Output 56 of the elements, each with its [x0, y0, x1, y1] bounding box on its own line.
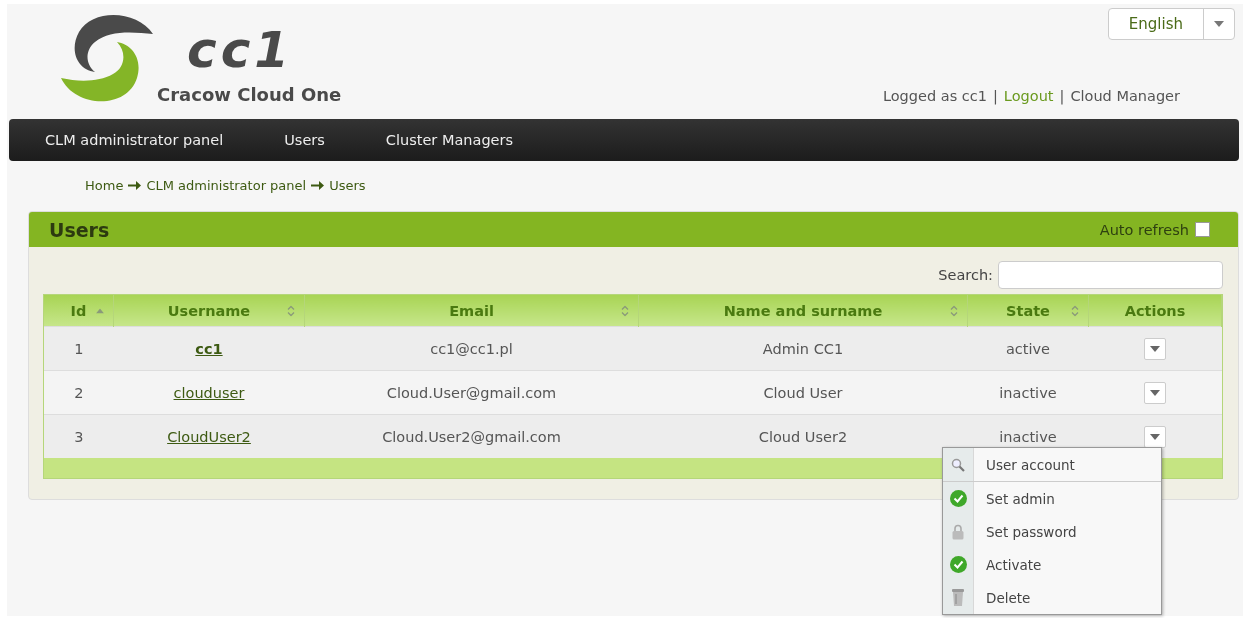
search-label: Search:	[938, 267, 993, 283]
auto-refresh-checkbox[interactable]	[1195, 222, 1210, 237]
table-cell: 3	[44, 414, 114, 458]
username-link[interactable]: cc1	[195, 340, 223, 357]
table-cell: Cloud.User@gmail.com	[304, 370, 639, 415]
table-cell: Admin CC1	[638, 326, 968, 371]
breadcrumb-link[interactable]: Users	[329, 177, 366, 193]
arrow-right-icon	[311, 180, 325, 190]
username-link[interactable]: CloudUser2	[167, 428, 251, 445]
menu-row[interactable]: Set password	[943, 515, 1161, 548]
sort-icon	[1071, 305, 1079, 316]
arrow-right-icon	[128, 180, 142, 190]
table-cell: inactive	[967, 370, 1089, 415]
table-cell: Cloud User	[638, 370, 968, 415]
breadcrumb-link[interactable]: Home	[85, 177, 124, 193]
panel-title: Users	[49, 218, 110, 241]
nav-item[interactable]: Users	[284, 132, 325, 148]
separator-text: |	[992, 88, 998, 104]
logo-name: cc1	[186, 22, 295, 78]
caret-icon	[1150, 345, 1160, 352]
caret-icon	[1150, 389, 1160, 396]
table-cell: active	[967, 326, 1089, 371]
actions-dropdown-button[interactable]	[1144, 337, 1166, 360]
breadcrumb-link[interactable]: CLM administrator panel	[146, 177, 307, 193]
nav-item[interactable]: Cluster Managers	[385, 132, 514, 148]
table-cell: Cloud User2	[638, 414, 968, 458]
sort-ascending-icon	[96, 308, 104, 313]
separator-text: |	[1059, 88, 1065, 104]
table-cell: 1	[44, 326, 114, 371]
nav-item[interactable]: CLM administrator panel	[45, 132, 224, 148]
lock-icon	[952, 523, 964, 540]
menu-row[interactable]: Set admin	[943, 482, 1161, 515]
logged-as-text: Logged as cc1	[882, 88, 987, 104]
search-icon	[951, 457, 965, 472]
check-circle-icon	[949, 490, 967, 507]
actions-dropdown-button[interactable]	[1144, 425, 1166, 448]
actions-dropdown-button[interactable]	[1144, 381, 1166, 404]
search-field[interactable]	[998, 261, 1223, 289]
table-cell: 2	[44, 370, 114, 415]
menu-row[interactable]: Activate	[943, 548, 1161, 581]
menu-row[interactable]: Delete	[943, 581, 1161, 614]
check-circle-icon	[949, 556, 967, 573]
language-select[interactable]: English	[1107, 8, 1235, 40]
cloud-manager-link[interactable]: Cloud Manager	[1070, 88, 1180, 104]
logo-tagline: Cracow Cloud One	[157, 84, 342, 106]
caret-icon	[1214, 21, 1224, 27]
username-link[interactable]: clouduser	[173, 384, 245, 401]
sort-icon	[621, 305, 629, 316]
table-cell: Cloud.User2@gmail.com	[304, 414, 639, 458]
caret-icon	[1150, 433, 1160, 440]
auto-refresh-label: Auto refresh	[1099, 221, 1189, 238]
table-cell: cc1@cc1.pl	[304, 326, 639, 371]
trash-icon	[952, 589, 964, 606]
sort-icon	[950, 305, 958, 316]
menu-row[interactable]: User account	[943, 448, 1161, 482]
sort-icon	[287, 305, 295, 316]
